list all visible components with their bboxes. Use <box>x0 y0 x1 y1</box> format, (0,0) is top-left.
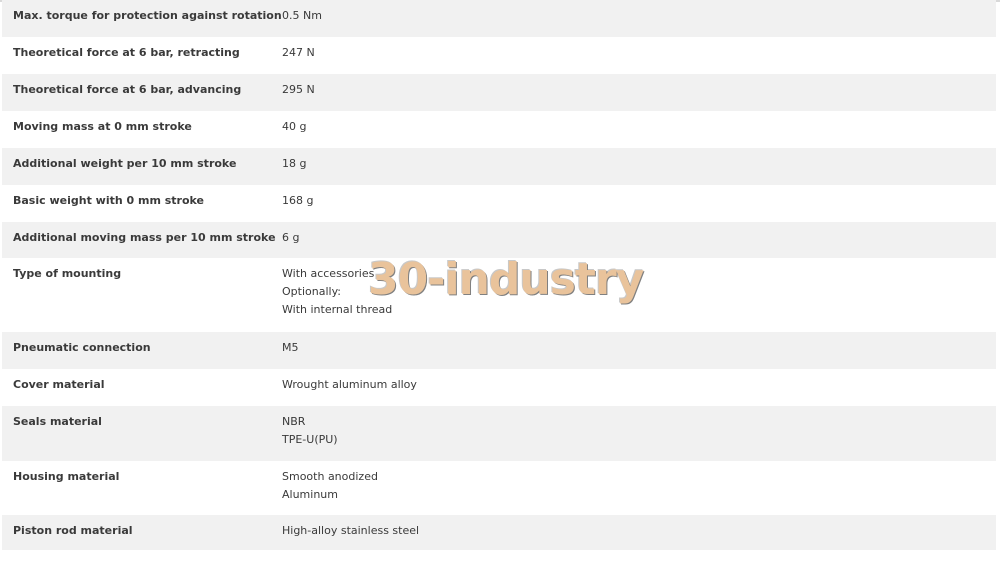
spec-row-additional-moving-mass: Additional moving mass per 10 mm stroke … <box>2 222 996 258</box>
spec-value: 40 g <box>282 118 996 136</box>
spec-row-seals-material: Seals material NBR TPE-U(PU) <box>2 406 996 461</box>
spec-label: Piston rod material <box>13 524 133 537</box>
spec-value-line: 295 N <box>282 83 315 96</box>
spec-label: Cover material <box>13 378 105 391</box>
spec-label: Pneumatic connection <box>13 341 151 354</box>
spec-value-line: 40 g <box>282 120 307 133</box>
spec-row-force-advancing: Theoretical force at 6 bar, advancing 29… <box>2 74 996 111</box>
spec-label: Moving mass at 0 mm stroke <box>13 120 192 133</box>
spec-value-line: Smooth anodized <box>282 470 378 483</box>
spec-value-line: High-alloy stainless steel <box>282 524 420 537</box>
spec-row-housing-material: Housing material Smooth anodized Aluminu… <box>2 461 996 515</box>
spec-value: M5 <box>282 339 996 357</box>
spec-label: Housing material <box>13 470 120 483</box>
spec-value-line: NBR <box>282 415 306 428</box>
spec-value: 295 N <box>282 81 996 99</box>
spec-value-line: M5 <box>282 341 299 354</box>
spec-value-line: TPE-U(PU) <box>282 433 338 446</box>
spec-value: 18 g <box>282 155 996 173</box>
spec-value-line: 247 N <box>282 46 315 59</box>
spec-value: 168 g <box>282 192 996 210</box>
spec-label: Additional weight per 10 mm stroke <box>13 157 237 170</box>
spec-label: Type of mounting <box>13 267 122 280</box>
watermark: 30-industry <box>368 254 644 305</box>
spec-label: Theoretical force at 6 bar, retracting <box>13 46 240 59</box>
spec-value-line: Wrought aluminum alloy <box>282 378 417 391</box>
spec-row-max-torque: Max. torque for protection against rotat… <box>2 0 996 37</box>
spec-row-piston-rod-material: Piston rod material High-alloy stainless… <box>2 515 996 550</box>
spec-row-pneumatic-connection: Pneumatic connection M5 <box>2 332 996 369</box>
spec-label: Additional moving mass per 10 mm stroke <box>13 231 276 244</box>
spec-value: NBR TPE-U(PU) <box>282 413 996 449</box>
spec-label: Basic weight with 0 mm stroke <box>13 194 205 207</box>
spec-row-additional-weight: Additional weight per 10 mm stroke 18 g <box>2 148 996 185</box>
spec-row-basic-weight: Basic weight with 0 mm stroke 168 g <box>2 185 996 222</box>
spec-value-line: 18 g <box>282 157 307 170</box>
spec-value: Wrought aluminum alloy <box>282 376 996 394</box>
spec-label: Theoretical force at 6 bar, advancing <box>13 83 242 96</box>
spec-value: High-alloy stainless steel <box>282 522 996 540</box>
spec-value-line: 168 g <box>282 194 314 207</box>
spec-row-moving-mass: Moving mass at 0 mm stroke 40 g <box>2 111 996 148</box>
spec-row-force-retracting: Theoretical force at 6 bar, retracting 2… <box>2 37 996 74</box>
spec-value-line: 6 g <box>282 231 300 244</box>
spec-row-cover-material: Cover material Wrought aluminum alloy <box>2 369 996 406</box>
spec-value-line: 0.5 Nm <box>282 9 322 22</box>
spec-label: Seals material <box>13 415 102 428</box>
spec-value: 247 N <box>282 44 996 62</box>
spec-value-line: Aluminum <box>282 488 338 501</box>
spec-value: 6 g <box>282 229 996 247</box>
spec-value: Smooth anodized Aluminum <box>282 468 996 504</box>
spec-value: 0.5 Nm <box>282 7 996 25</box>
spec-label: Max. torque for protection against rotat… <box>13 9 282 22</box>
